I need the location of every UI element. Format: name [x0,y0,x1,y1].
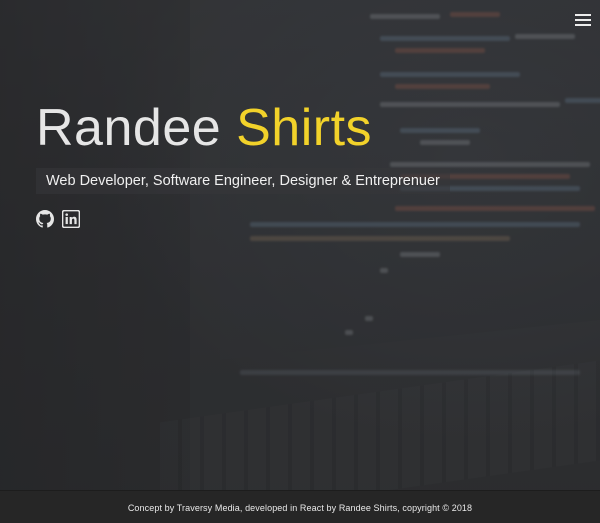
hero-section: Randee Shirts Web Developer, Software En… [36,96,450,229]
github-icon [36,210,54,228]
tagline: Web Developer, Software Engineer, Design… [36,168,450,194]
page: Randee Shirts Web Developer, Software En… [0,0,600,523]
last-name: Shirts [236,99,373,157]
first-name: Randee [36,99,222,157]
page-title: Randee Shirts [36,96,450,160]
dark-overlay [0,0,600,490]
footer-copyright: Concept by Traversy Media, developed in … [127,502,473,513]
linkedin-icon [61,209,81,229]
github-link[interactable] [36,210,54,228]
hamburger-menu-icon [575,14,591,16]
hamburger-menu-icon [575,19,591,21]
social-links [36,209,450,229]
linkedin-link[interactable] [61,209,81,229]
footer: Concept by Traversy Media, developed in … [0,490,600,523]
menu-button[interactable] [575,14,591,26]
hamburger-menu-icon [575,24,591,26]
